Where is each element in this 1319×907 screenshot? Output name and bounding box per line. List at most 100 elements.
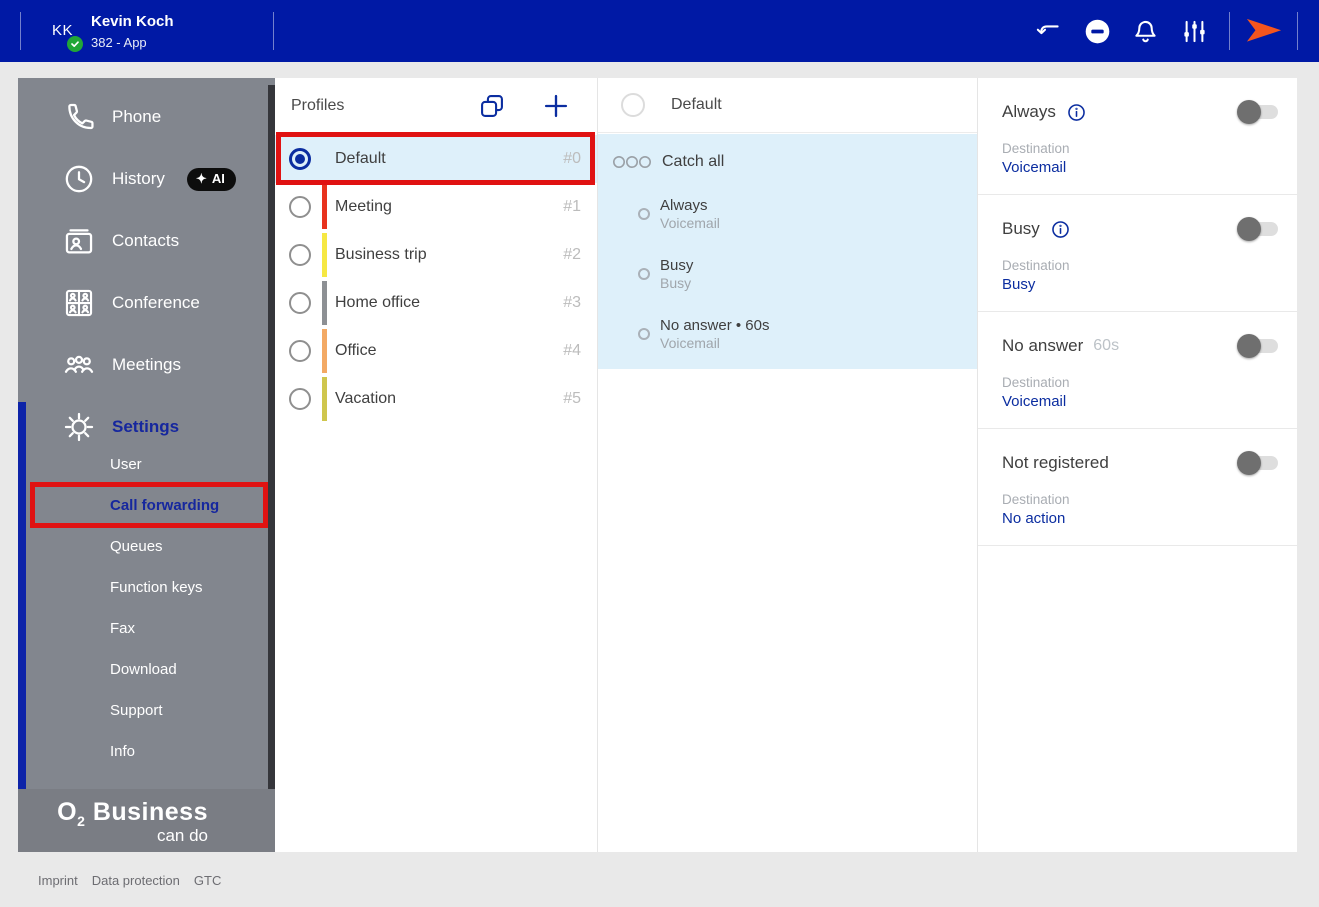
gear-icon: [62, 410, 96, 444]
sidebar-scrollbar[interactable]: [268, 85, 275, 789]
catch-all-row[interactable]: Catch all: [598, 142, 977, 182]
footer-links: Imprint Data protection GTC: [38, 873, 221, 888]
do-not-disturb-icon[interactable]: [1084, 18, 1111, 45]
contacts-card-icon: [62, 224, 96, 258]
sidebar-item-history[interactable]: History ✦ AI: [18, 148, 267, 210]
radio-icon[interactable]: [289, 244, 311, 266]
sidebar-nav: Phone History ✦ AI Contacts Conference M…: [18, 86, 267, 772]
toggle-no-answer[interactable]: [1237, 334, 1278, 358]
sidebar: Phone History ✦ AI Contacts Conference M…: [18, 78, 275, 852]
profile-row-office[interactable]: Office #4: [275, 327, 597, 375]
sidebar-item-contacts[interactable]: Contacts: [18, 210, 267, 272]
meetings-people-icon: [62, 348, 96, 382]
radio-icon[interactable]: [289, 292, 311, 314]
profile-row-home-office[interactable]: Home office #3: [275, 279, 597, 327]
profile-row-vacation[interactable]: Vacation #5: [275, 375, 597, 423]
rule-row-busy[interactable]: Busy Busy: [598, 250, 977, 298]
user-extension: 382 - App: [91, 35, 147, 50]
brand-arrow-logo-icon: [1245, 16, 1283, 46]
section-always: Always Destination Voicemail: [978, 78, 1297, 195]
footer-link-data-protection[interactable]: Data protection: [92, 873, 180, 888]
profile-color-bar: [322, 377, 327, 421]
subnav-item-info[interactable]: Info: [18, 731, 267, 772]
profile-list: Default #0 Meeting #1 Business trip #2 H…: [275, 135, 597, 423]
profile-color-bar: [322, 185, 327, 229]
presence-online-icon: [67, 36, 83, 52]
subnav-item-call-forwarding[interactable]: Call forwarding: [18, 485, 267, 526]
radio-icon[interactable]: [289, 340, 311, 362]
sidebar-item-label: Meetings: [112, 355, 181, 374]
profiles-panel: Profiles Default #0 Meeting #1 Business …: [275, 78, 597, 852]
footer-link-gtc[interactable]: GTC: [194, 873, 221, 888]
profile-row-business-trip[interactable]: Business trip #2: [275, 231, 597, 279]
phone-icon: [62, 100, 96, 134]
sidebar-item-label: Conference: [112, 293, 200, 312]
chain-links-icon: [612, 155, 652, 169]
add-profile-icon[interactable]: [542, 92, 570, 120]
rule-row-always[interactable]: Always Voicemail: [598, 190, 977, 238]
profile-color-bar: [322, 329, 327, 373]
subnav-item-download[interactable]: Download: [18, 649, 267, 690]
profile-row-meeting[interactable]: Meeting #1: [275, 183, 597, 231]
info-icon[interactable]: [1050, 219, 1071, 240]
info-icon[interactable]: [1066, 102, 1087, 123]
user-name: Kevin Koch: [91, 13, 174, 30]
section-busy: Busy Destination Busy: [978, 195, 1297, 312]
profile-color-bar: [322, 233, 327, 277]
call-forward-icon[interactable]: [1034, 18, 1061, 45]
forwarding-details-panel: Always Destination Voicemail Busy Destin…: [977, 78, 1297, 852]
toggle-always[interactable]: [1237, 100, 1278, 124]
rule-row-no-answer[interactable]: No answer • 60s Voicemail: [598, 310, 977, 358]
ai-badge: ✦ AI: [186, 167, 236, 191]
radio-icon[interactable]: [289, 196, 311, 218]
profiles-title: Profiles: [291, 96, 345, 114]
radio-selected-icon[interactable]: [289, 148, 311, 170]
o2-business-logo: O2 Business can do: [57, 798, 208, 845]
subnav-item-user[interactable]: User: [18, 444, 267, 485]
rule-dot-icon: [638, 268, 650, 280]
history-clock-icon: [62, 162, 96, 196]
app-window: KK Kevin Koch 382 - App Phone History ✦ …: [0, 0, 1319, 907]
destination-link[interactable]: No action: [1002, 510, 1278, 527]
settings-subnav: User Call forwarding Queues Function key…: [18, 444, 267, 772]
sidebar-item-phone[interactable]: Phone: [18, 86, 267, 148]
profile-row-default[interactable]: Default #0: [275, 135, 597, 183]
subnav-item-support[interactable]: Support: [18, 690, 267, 731]
sparkle-icon: ✦: [195, 170, 207, 186]
sidebar-item-conference[interactable]: Conference: [18, 272, 267, 334]
notifications-bell-icon[interactable]: [1132, 18, 1159, 45]
topbar-divider: [1229, 12, 1230, 50]
section-no-answer: No answer 60s Destination Voicemail: [978, 312, 1297, 429]
conference-grid-icon: [62, 286, 96, 320]
sidebar-item-label: History: [112, 169, 165, 188]
topbar: KK Kevin Koch 382 - App: [0, 0, 1319, 62]
profiles-header: Profiles: [275, 78, 597, 133]
forwarding-rules-panel: Default Catch all Always Voicemail Busy …: [597, 78, 977, 852]
rule-dot-icon: [638, 208, 650, 220]
destination-link[interactable]: Voicemail: [1002, 393, 1278, 410]
sidebar-item-meetings[interactable]: Meetings: [18, 334, 267, 396]
rules-header-row[interactable]: Default: [598, 78, 977, 133]
footer-link-imprint[interactable]: Imprint: [38, 873, 78, 888]
topbar-divider: [20, 12, 21, 50]
sidebar-item-label: Phone: [112, 107, 162, 126]
subnav-item-queues[interactable]: Queues: [18, 526, 267, 567]
brand-logo-block: O2 Business can do: [18, 789, 275, 852]
rule-dot-icon: [638, 328, 650, 340]
toggle-not-registered[interactable]: [1237, 451, 1278, 475]
destination-link[interactable]: Voicemail: [1002, 159, 1278, 176]
subnav-item-function-keys[interactable]: Function keys: [18, 567, 267, 608]
radio-faint-icon[interactable]: [621, 93, 645, 117]
sidebar-item-label: Contacts: [112, 231, 180, 250]
copy-profile-icon[interactable]: [478, 92, 506, 120]
toggle-busy[interactable]: [1237, 217, 1278, 241]
catch-all-panel: Catch all Always Voicemail Busy Busy No …: [598, 134, 977, 369]
destination-link[interactable]: Busy: [1002, 276, 1278, 293]
subnav-item-fax[interactable]: Fax: [18, 608, 267, 649]
topbar-divider: [273, 12, 274, 50]
section-not-registered: Not registered Destination No action: [978, 429, 1297, 546]
radio-icon[interactable]: [289, 388, 311, 410]
profile-color-bar: [322, 281, 327, 325]
settings-sliders-icon[interactable]: [1181, 18, 1208, 45]
sidebar-item-label: Settings: [112, 417, 180, 436]
